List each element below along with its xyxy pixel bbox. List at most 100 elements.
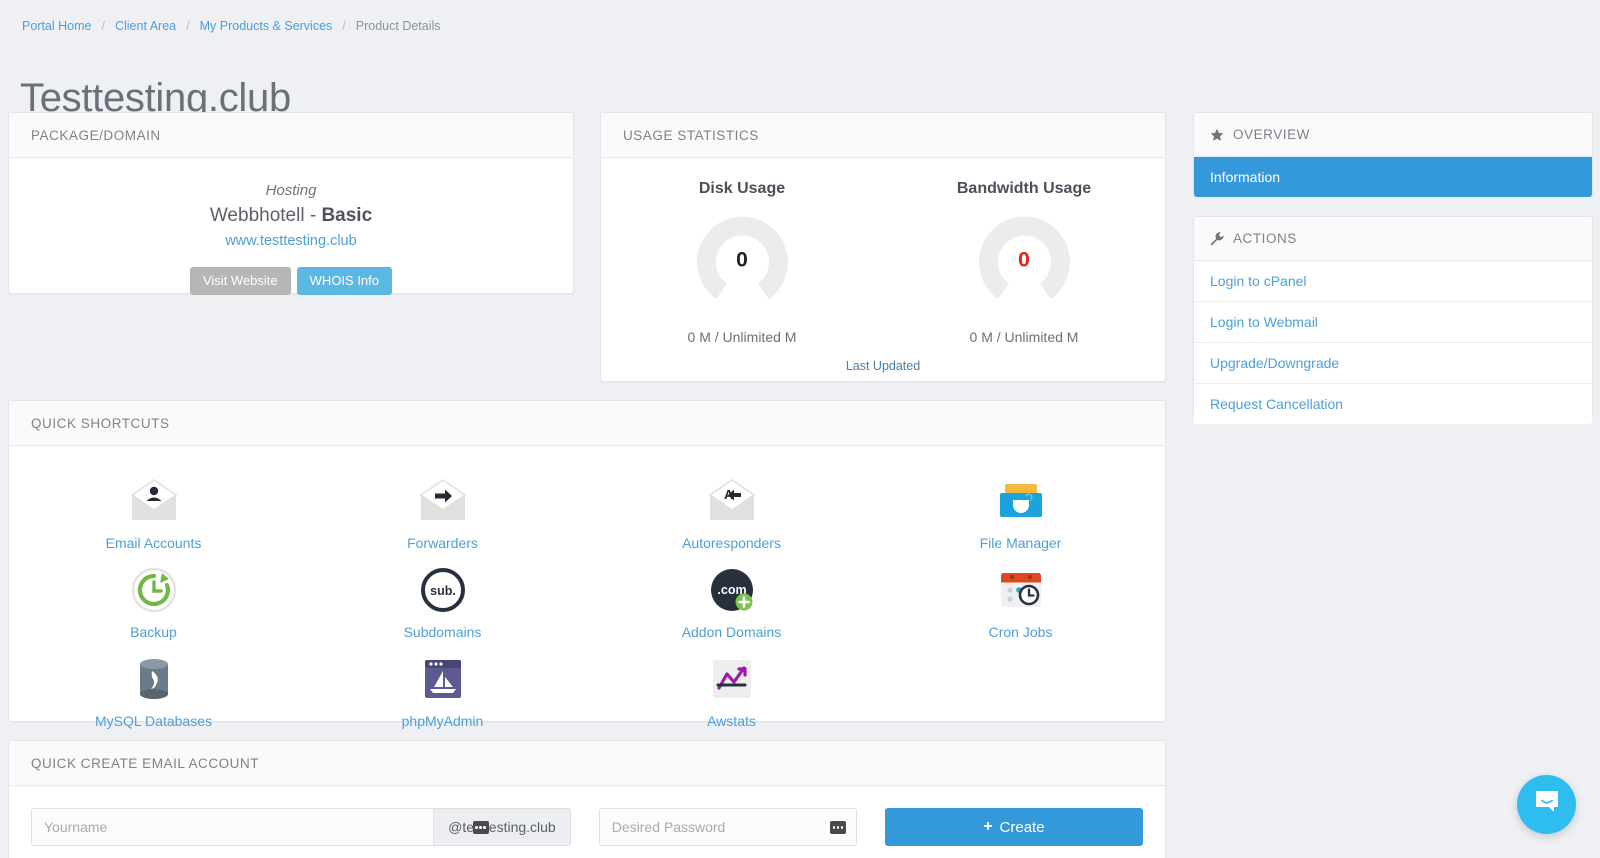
shortcut-file-manager[interactable]: File Manager bbox=[876, 468, 1165, 557]
breadcrumb-separator: / bbox=[101, 19, 105, 33]
envelope-arrow-icon bbox=[298, 476, 587, 526]
shortcut-label: Cron Jobs bbox=[988, 624, 1053, 640]
whois-info-button[interactable]: WHOIS Info bbox=[296, 267, 393, 295]
shortcut-label: Email Accounts bbox=[105, 535, 202, 551]
sidebar-item-request-cancellation[interactable]: Request Cancellation bbox=[1194, 384, 1592, 424]
product-details-page: Portal Home / Client Area / My Products … bbox=[0, 0, 1600, 858]
shortcut-cron-jobs[interactable]: Cron Jobs bbox=[876, 557, 1165, 646]
disk-usage-detail: 0 M / Unlimited M bbox=[687, 329, 797, 345]
dotcom-add-icon: .com bbox=[587, 565, 876, 615]
quick-shortcuts-header: QUICK SHORTCUTS bbox=[9, 401, 1165, 446]
autofill-badge-icon[interactable] bbox=[472, 821, 489, 834]
shortcut-mysql-databases[interactable]: MySQL Databases bbox=[9, 646, 298, 735]
bandwidth-usage-detail: 0 M / Unlimited M bbox=[969, 329, 1079, 345]
quick-create-email-header: QUICK CREATE EMAIL ACCOUNT bbox=[9, 741, 1165, 786]
star-icon bbox=[1210, 128, 1224, 142]
email-username-group: @testtesting.club bbox=[31, 808, 571, 846]
database-dolphin-icon bbox=[9, 654, 298, 704]
package-domain-body: Hosting Webbhotell - Basic www.testtesti… bbox=[9, 158, 573, 295]
chat-bubble-icon bbox=[1532, 787, 1562, 822]
breadcrumb-item-client-area[interactable]: Client Area bbox=[115, 19, 176, 33]
last-updated-link[interactable]: Last Updated bbox=[846, 359, 920, 373]
package-domain-panel: PACKAGE/DOMAIN Hosting Webbhotell - Basi… bbox=[8, 112, 574, 295]
actions-header-label: ACTIONS bbox=[1233, 231, 1297, 246]
shortcut-phpmyadmin[interactable]: phpMyAdmin bbox=[298, 646, 587, 735]
autofill-badge-icon[interactable] bbox=[829, 821, 846, 834]
email-username-input[interactable] bbox=[31, 808, 434, 846]
overview-header: OVERVIEW bbox=[1194, 113, 1592, 157]
disk-usage-gauge: 0 bbox=[695, 212, 790, 307]
disk-usage-title: Disk Usage bbox=[698, 180, 786, 197]
package-name-tier: Basic bbox=[321, 205, 373, 226]
svg-text:sub.: sub. bbox=[430, 584, 456, 598]
usage-metrics-row: Disk Usage 0 0 M / Unlimited M Bandwidth… bbox=[601, 158, 1165, 345]
wrench-icon bbox=[1210, 231, 1224, 246]
shortcut-label: phpMyAdmin bbox=[401, 713, 484, 729]
sidebar-item-upgrade-downgrade[interactable]: Upgrade/Downgrade bbox=[1194, 343, 1592, 384]
shortcut-label: Forwarders bbox=[407, 535, 478, 551]
breadcrumb-separator: / bbox=[342, 19, 346, 33]
create-email-button[interactable]: + Create bbox=[884, 808, 1143, 846]
shortcut-label: Addon Domains bbox=[681, 624, 782, 640]
sidebar-item-login-webmail[interactable]: Login to Webmail bbox=[1194, 302, 1592, 343]
shortcut-email-accounts[interactable]: Email Accounts bbox=[9, 468, 298, 557]
quick-create-email-panel: QUICK CREATE EMAIL ACCOUNT @testtesting.… bbox=[8, 740, 1166, 858]
shortcut-subdomains[interactable]: sub. Subdomains bbox=[298, 557, 587, 646]
email-password-input[interactable] bbox=[598, 808, 857, 846]
package-domain-link[interactable]: www.testtesting.club bbox=[9, 229, 573, 253]
actions-header: ACTIONS bbox=[1194, 217, 1592, 261]
breadcrumb-item-portal-home[interactable]: Portal Home bbox=[22, 19, 91, 33]
shortcut-awstats[interactable]: Awstats bbox=[587, 646, 876, 735]
shortcut-label: MySQL Databases bbox=[95, 713, 212, 729]
bandwidth-usage-gauge: 0 bbox=[977, 212, 1072, 307]
file-box-icon bbox=[876, 476, 1165, 526]
breadcrumb-separator: / bbox=[186, 19, 190, 33]
phpmyadmin-sailboat-icon bbox=[298, 654, 587, 704]
usage-metric-bandwidth: Bandwidth Usage 0 0 M / Unlimited M bbox=[883, 180, 1165, 345]
bandwidth-usage-title: Bandwidth Usage bbox=[956, 180, 1092, 197]
envelope-person-icon bbox=[9, 476, 298, 526]
actions-panel: ACTIONS Login to cPanel Login to Webmail… bbox=[1193, 216, 1593, 424]
bandwidth-usage-value: 0 bbox=[1018, 248, 1030, 271]
subdomain-circle-icon: sub. bbox=[298, 565, 587, 615]
last-updated-row: Last Updated bbox=[601, 357, 1165, 375]
overview-panel: OVERVIEW Information bbox=[1193, 112, 1593, 197]
usage-statistics-panel: USAGE STATISTICS Disk Usage 0 0 M / Unli… bbox=[600, 112, 1166, 382]
package-type: Hosting bbox=[265, 182, 317, 199]
usage-statistics-header: USAGE STATISTICS bbox=[601, 113, 1165, 158]
chart-line-icon bbox=[587, 654, 876, 704]
email-password-group bbox=[598, 808, 857, 846]
sidebar-item-information[interactable]: Information bbox=[1194, 157, 1592, 197]
shortcut-label: Subdomains bbox=[403, 624, 482, 640]
sidebar-item-login-cpanel[interactable]: Login to cPanel bbox=[1194, 261, 1592, 302]
calendar-clock-icon bbox=[876, 565, 1165, 615]
shortcut-addon-domains[interactable]: .com Addon Domains bbox=[587, 557, 876, 646]
envelope-autoreply-icon: A bbox=[587, 476, 876, 526]
visit-website-button[interactable]: Visit Website bbox=[189, 267, 291, 295]
shortcut-label: Backup bbox=[130, 624, 177, 640]
chat-widget-button[interactable] bbox=[1517, 775, 1576, 834]
breadcrumb: Portal Home / Client Area / My Products … bbox=[22, 19, 441, 33]
shortcut-backup[interactable]: Backup bbox=[9, 557, 298, 646]
breadcrumb-item-product-details: Product Details bbox=[355, 19, 441, 33]
usage-statistics-body: Disk Usage 0 0 M / Unlimited M Bandwidth… bbox=[601, 158, 1165, 375]
usage-metric-disk: Disk Usage 0 0 M / Unlimited M bbox=[601, 180, 883, 345]
package-domain-header: PACKAGE/DOMAIN bbox=[9, 113, 573, 158]
plus-icon: + bbox=[983, 818, 993, 835]
breadcrumb-item-my-products-services[interactable]: My Products & Services bbox=[200, 19, 333, 33]
disk-usage-value: 0 bbox=[736, 248, 748, 271]
overview-header-label: OVERVIEW bbox=[1233, 127, 1310, 142]
email-domain-addon: @testtesting.club bbox=[433, 808, 571, 846]
package-buttons: Visit Website WHOIS Info bbox=[9, 267, 573, 295]
shortcut-label: File Manager bbox=[979, 535, 1062, 551]
package-name: Webbhotell - Basic bbox=[9, 202, 573, 229]
quick-shortcuts-grid: Email Accounts Forwarders Autoresponders… bbox=[9, 446, 1165, 745]
package-name-prefix: Webbhotell - bbox=[209, 205, 322, 226]
backup-restore-icon bbox=[9, 565, 298, 615]
create-email-label: Create bbox=[999, 818, 1045, 836]
quick-create-email-form: @testtesting.club + Create bbox=[9, 786, 1165, 846]
shortcut-label: Awstats bbox=[707, 713, 756, 729]
shortcut-autoresponders[interactable]: A Autoresponders bbox=[587, 468, 876, 557]
shortcut-label: Autoresponders bbox=[682, 535, 781, 551]
shortcut-forwarders[interactable]: Forwarders bbox=[298, 468, 587, 557]
